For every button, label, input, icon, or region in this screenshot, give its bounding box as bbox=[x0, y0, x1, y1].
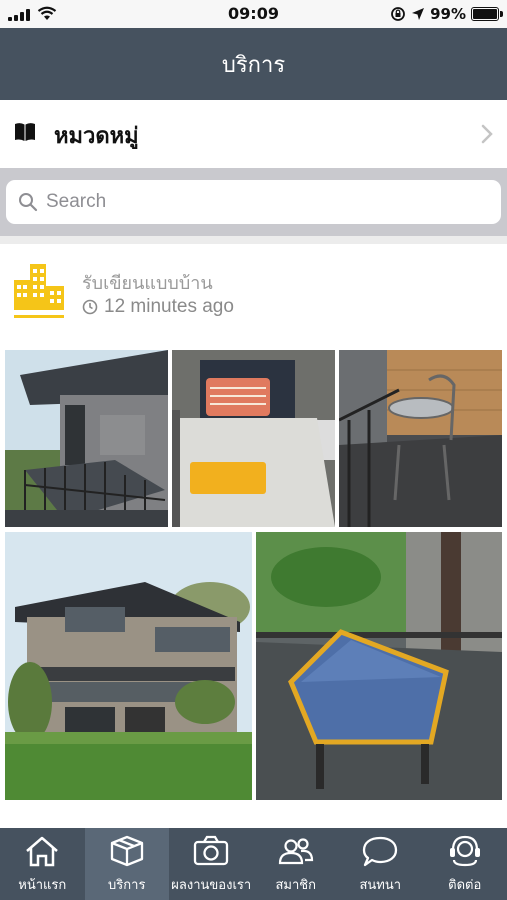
two-storey-house-photo[interactable] bbox=[5, 532, 252, 800]
tab-portfolio[interactable]: ผลงานของเรา bbox=[169, 828, 254, 900]
category-label: หมวดหมู่ bbox=[54, 124, 139, 149]
nav-bar: บริการ bbox=[0, 28, 507, 100]
camera-icon bbox=[194, 835, 229, 866]
home-icon bbox=[26, 836, 59, 867]
post-title: รับเขียนแบบบ้าน bbox=[82, 273, 213, 294]
tab-label: หน้าแรก bbox=[18, 878, 67, 893]
search-input[interactable] bbox=[46, 191, 466, 213]
tab-services[interactable]: บริการ bbox=[84, 828, 169, 900]
chevron-right-icon bbox=[481, 124, 493, 144]
search-box[interactable] bbox=[6, 180, 501, 224]
search-bar bbox=[0, 168, 507, 236]
clock-icon bbox=[82, 299, 98, 315]
tab-label: บริการ bbox=[108, 878, 146, 893]
tab-label: สนทนา bbox=[359, 878, 402, 893]
tab-label: ผลงานของเรา bbox=[171, 878, 252, 893]
book-icon bbox=[15, 123, 35, 141]
category-row[interactable]: หมวดหมู่ bbox=[0, 100, 507, 168]
rotation-lock-icon bbox=[391, 7, 405, 21]
tab-chat[interactable]: สนทนา bbox=[338, 828, 423, 900]
status-bar: 09:09 99% bbox=[0, 0, 507, 28]
page-title: บริการ bbox=[221, 52, 286, 78]
tab-contact[interactable]: ติดต่อ bbox=[423, 828, 507, 900]
post-card[interactable]: รับเขียนแบบบ้าน 12 minutes ago bbox=[0, 244, 507, 828]
tab-label: ติดต่อ bbox=[448, 878, 482, 893]
post-time: 12 minutes ago bbox=[104, 296, 234, 317]
building-logo-icon bbox=[14, 264, 64, 318]
box-icon bbox=[110, 835, 143, 867]
tab-label: สมาชิก bbox=[275, 878, 317, 893]
headset-icon bbox=[449, 835, 480, 867]
chat-icon bbox=[363, 836, 398, 867]
app-screen: 09:09 99% บริการ หมวดหมู่ Search รับเขีย… bbox=[0, 0, 507, 900]
battery-icon bbox=[471, 7, 503, 21]
tab-bar: หน้าแรก บริการ ผลงานของเรา สมาชิก สนทนา … bbox=[0, 828, 507, 900]
search-icon bbox=[19, 193, 38, 212]
battery-percent: 99% bbox=[430, 5, 466, 23]
bedroom-bed-photo[interactable] bbox=[172, 350, 335, 527]
members-icon bbox=[278, 838, 313, 865]
blue-sofa-photo[interactable] bbox=[256, 532, 502, 800]
tab-home[interactable]: หน้าแรก bbox=[0, 828, 85, 900]
location-arrow-icon bbox=[412, 8, 425, 20]
balcony-chairs-photo[interactable] bbox=[339, 350, 502, 527]
tab-members[interactable]: สมาชิก bbox=[254, 828, 339, 900]
house-exterior-balcony-photo[interactable] bbox=[5, 350, 168, 527]
